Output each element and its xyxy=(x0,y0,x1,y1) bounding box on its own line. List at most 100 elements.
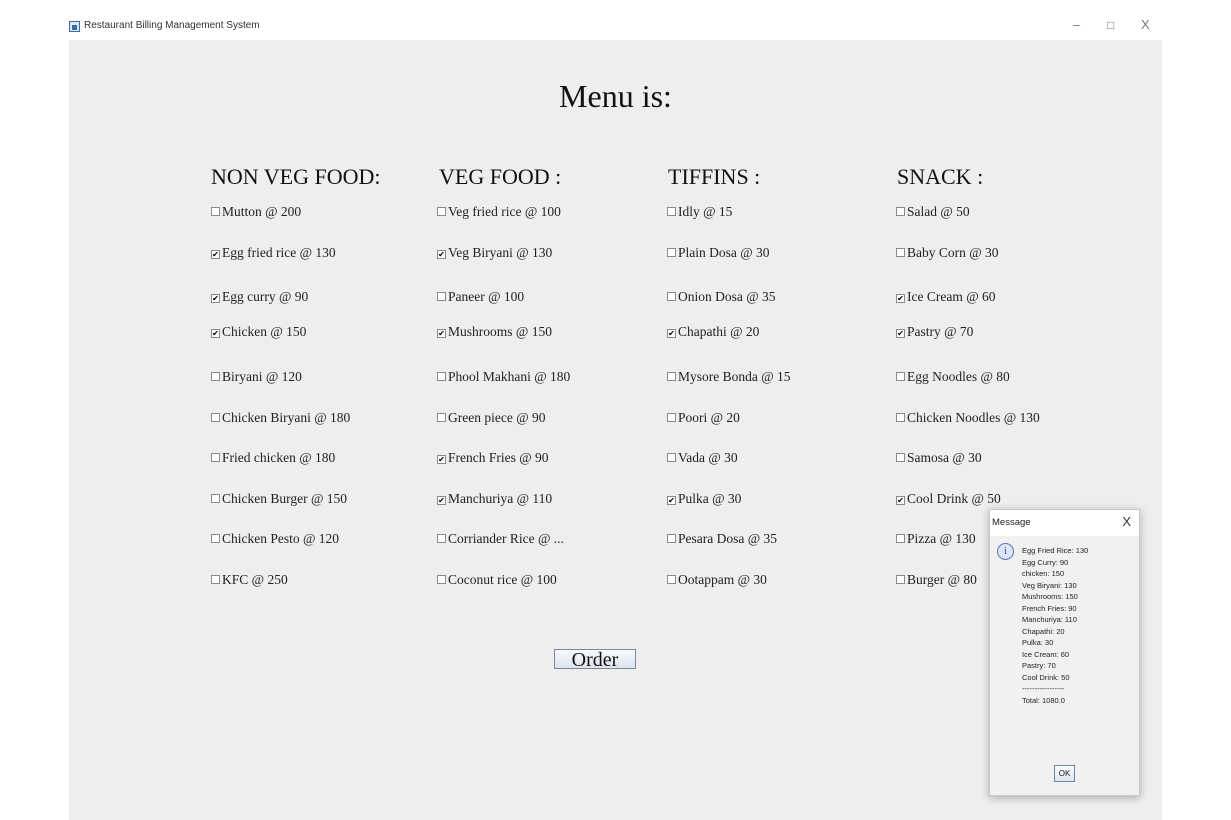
checkbox[interactable] xyxy=(896,575,905,584)
menu-item-label: Chicken Biryani @ 180 xyxy=(222,410,351,425)
menu-item-label: French Fries @ 90 xyxy=(448,450,549,465)
dialog-close-button[interactable]: X xyxy=(1122,514,1131,529)
checkbox[interactable] xyxy=(896,248,905,257)
checkbox[interactable] xyxy=(667,248,676,257)
menu-item-pastry[interactable]: ✔ Pastry @ 70 xyxy=(896,324,973,340)
checkbox[interactable] xyxy=(896,413,905,422)
checkbox-checked[interactable]: ✔ xyxy=(437,250,446,259)
menu-item-phool-makhani[interactable]: Phool Makhani @ 180 xyxy=(437,369,570,385)
checkbox-checked[interactable]: ✔ xyxy=(437,329,446,338)
menu-item-corriander-rice[interactable]: Corriander Rice @ ... xyxy=(437,531,564,547)
maximize-button[interactable]: □ xyxy=(1107,18,1114,32)
checkbox[interactable] xyxy=(667,534,676,543)
menu-item-samosa[interactable]: Samosa @ 30 xyxy=(896,450,982,466)
menu-item-burger[interactable]: Burger @ 80 xyxy=(896,572,977,588)
checkbox-checked[interactable]: ✔ xyxy=(211,329,220,338)
menu-item-paneer[interactable]: Paneer @ 100 xyxy=(437,289,524,305)
checkbox-checked[interactable]: ✔ xyxy=(667,496,676,505)
checkbox-checked[interactable]: ✔ xyxy=(211,250,220,259)
menu-item-manchuriya[interactable]: ✔ Manchuriya @ 110 xyxy=(437,491,552,507)
checkbox[interactable] xyxy=(437,413,446,422)
checkbox[interactable] xyxy=(437,372,446,381)
checkbox[interactable] xyxy=(211,575,220,584)
menu-item-chicken-burger[interactable]: Chicken Burger @ 150 xyxy=(211,491,347,507)
checkbox-checked[interactable]: ✔ xyxy=(211,294,220,303)
dialog-line: Pastry: 70 xyxy=(1022,661,1056,670)
checkbox[interactable] xyxy=(211,372,220,381)
menu-item-label: Chapathi @ 20 xyxy=(678,324,760,339)
checkbox[interactable] xyxy=(667,292,676,301)
order-button[interactable]: Order xyxy=(554,649,636,670)
menu-item-kfc[interactable]: KFC @ 250 xyxy=(211,572,288,588)
menu-item-mysore-bonda[interactable]: Mysore Bonda @ 15 xyxy=(667,369,791,385)
menu-item-chicken-biryani[interactable]: Chicken Biryani @ 180 xyxy=(211,410,350,426)
dialog-line: Cool Drink: 50 xyxy=(1022,672,1070,682)
menu-item-chicken[interactable]: ✔ Chicken @ 150 xyxy=(211,324,306,340)
checkbox[interactable] xyxy=(667,372,676,381)
menu-item-biryani[interactable]: Biryani @ 120 xyxy=(211,369,302,385)
checkbox-checked[interactable]: ✔ xyxy=(896,329,905,338)
checkbox[interactable] xyxy=(211,534,220,543)
checkbox-checked[interactable]: ✔ xyxy=(896,496,905,505)
menu-item-mushrooms[interactable]: ✔ Mushrooms @ 150 xyxy=(437,324,552,340)
checkbox[interactable] xyxy=(437,207,446,216)
menu-item-salad[interactable]: Salad @ 50 xyxy=(896,204,970,220)
menu-item-french-fries[interactable]: ✔ French Fries @ 90 xyxy=(437,450,549,466)
menu-item-vada[interactable]: Vada @ 30 xyxy=(667,450,738,466)
checkbox[interactable] xyxy=(896,534,905,543)
menu-item-fried-chicken[interactable]: Fried chicken @ 180 xyxy=(211,450,335,466)
checkbox-checked[interactable]: ✔ xyxy=(896,294,905,303)
checkbox[interactable] xyxy=(437,534,446,543)
checkbox[interactable] xyxy=(896,453,905,462)
menu-item-onion-dosa[interactable]: Onion Dosa @ 35 xyxy=(667,289,776,305)
menu-item-chicken-pesto[interactable]: Chicken Pesto @ 120 xyxy=(211,531,339,547)
menu-item-label: Mutton @ 200 xyxy=(222,204,302,219)
menu-item-pulka[interactable]: ✔ Pulka @ 30 xyxy=(667,491,741,507)
minimize-button[interactable]: – xyxy=(1073,18,1080,32)
menu-item-baby-corn[interactable]: Baby Corn @ 30 xyxy=(896,245,999,261)
menu-item-egg-noodles[interactable]: Egg Noodles @ 80 xyxy=(896,369,1010,385)
checkbox[interactable] xyxy=(211,494,220,503)
menu-item-idly[interactable]: Idly @ 15 xyxy=(667,204,732,220)
menu-item-mutton[interactable]: Mutton @ 200 xyxy=(211,204,301,220)
checkbox[interactable] xyxy=(437,292,446,301)
menu-item-veg-fried-rice[interactable]: Veg fried rice @ 100 xyxy=(437,204,561,220)
menu-item-egg-fried-rice[interactable]: ✔ Egg fried rice @ 130 xyxy=(211,245,336,261)
menu-item-ice-cream[interactable]: ✔ Ice Cream @ 60 xyxy=(896,289,996,305)
menu-item-cool-drink[interactable]: ✔ Cool Drink @ 50 xyxy=(896,491,1001,507)
checkbox[interactable] xyxy=(896,372,905,381)
checkbox[interactable] xyxy=(667,207,676,216)
checkbox[interactable] xyxy=(211,207,220,216)
dialog-ok-button[interactable]: OK xyxy=(1054,765,1075,782)
menu-item-pesara-dosa[interactable]: Pesara Dosa @ 35 xyxy=(667,531,777,547)
menu-item-plain-dosa[interactable]: Plain Dosa @ 30 xyxy=(667,245,770,261)
checkbox[interactable] xyxy=(437,575,446,584)
menu-item-label: Ootappam @ 30 xyxy=(678,572,767,587)
dialog-message: Egg Fried Rice: 130 Egg Curry: 90 chicken:… xyxy=(1022,545,1088,706)
menu-item-poori[interactable]: Poori @ 20 xyxy=(667,410,740,426)
menu-item-chapathi[interactable]: ✔ Chapathi @ 20 xyxy=(667,324,759,340)
checkbox[interactable] xyxy=(667,453,676,462)
checkbox-checked[interactable]: ✔ xyxy=(437,455,446,464)
checkbox[interactable] xyxy=(896,207,905,216)
menu-item-chicken-noodles[interactable]: Chicken Noodles @ 130 xyxy=(896,410,1040,426)
menu-item-ootappam[interactable]: Ootappam @ 30 xyxy=(667,572,767,588)
dialog-line: Veg Biryani: 130 xyxy=(1022,580,1077,590)
menu-item-veg-biryani[interactable]: ✔ Veg Biryani @ 130 xyxy=(437,245,552,261)
menu-item-green-piece[interactable]: Green piece @ 90 xyxy=(437,410,546,426)
menu-item-label: Fried chicken @ 180 xyxy=(222,450,336,465)
checkbox-checked[interactable]: ✔ xyxy=(667,329,676,338)
checkbox[interactable] xyxy=(667,575,676,584)
menu-item-coconut-rice[interactable]: Coconut rice @ 100 xyxy=(437,572,557,588)
menu-item-egg-curry[interactable]: ✔ Egg curry @ 90 xyxy=(211,289,308,305)
menu-item-pizza[interactable]: Pizza @ 130 xyxy=(896,531,976,547)
checkbox[interactable] xyxy=(667,413,676,422)
checkbox[interactable] xyxy=(211,453,220,462)
dialog-line: Egg Curry: 90 xyxy=(1022,557,1069,567)
checkbox[interactable] xyxy=(211,413,220,422)
menu-item-label: Onion Dosa @ 35 xyxy=(678,289,776,304)
message-dialog: Message X i Egg Fried Rice: 130 Egg Curry… xyxy=(989,509,1140,796)
checkbox-checked[interactable]: ✔ xyxy=(437,496,446,505)
close-button[interactable]: X xyxy=(1141,18,1150,32)
menu-item-label: Burger @ 80 xyxy=(907,572,977,587)
